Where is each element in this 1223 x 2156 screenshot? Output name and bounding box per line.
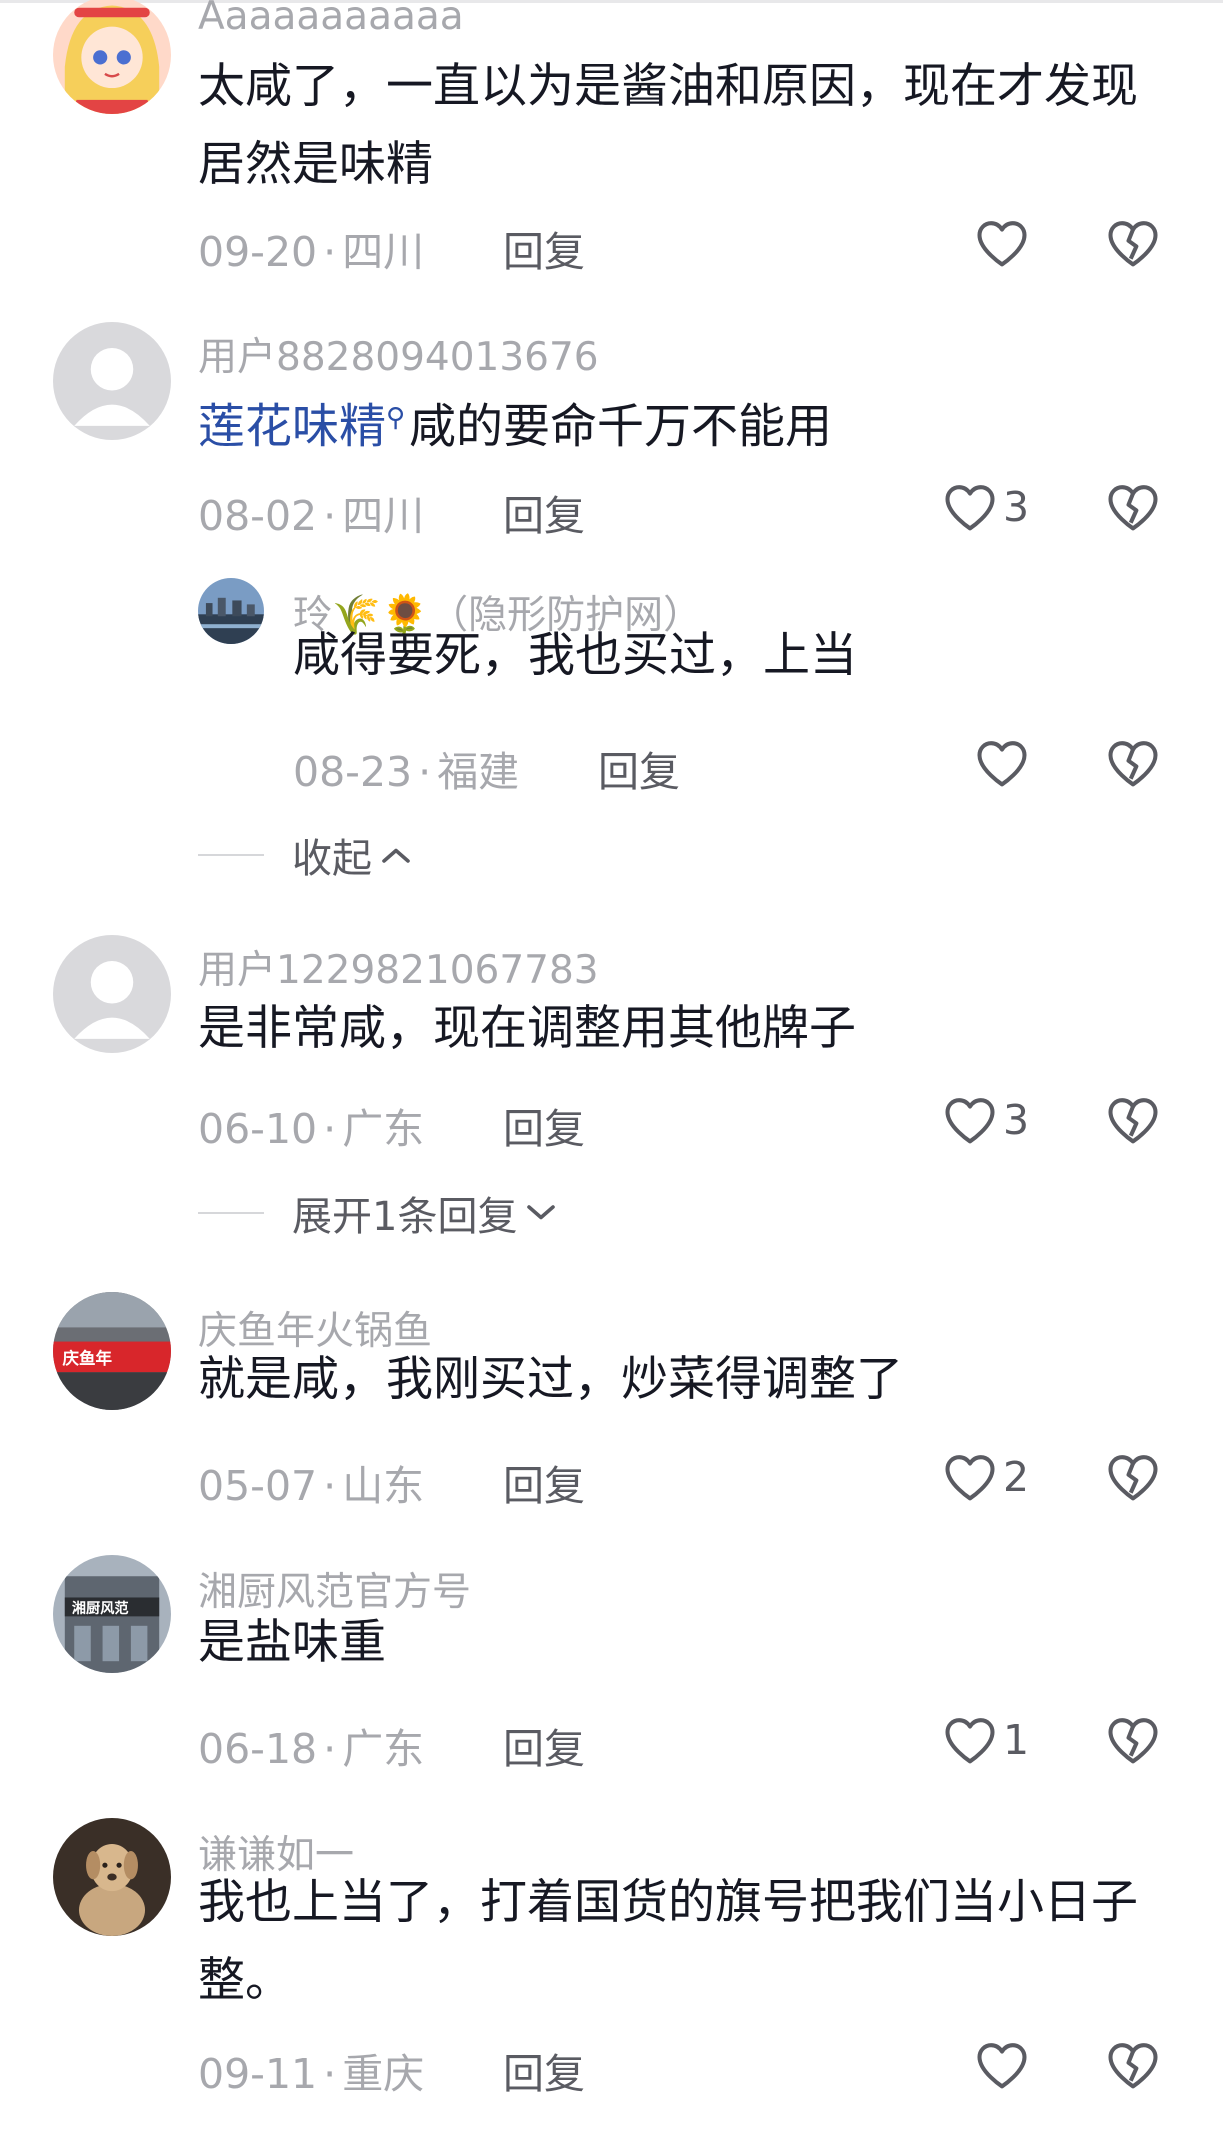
chevron-up-icon xyxy=(382,848,410,863)
top-divider xyxy=(0,0,1223,3)
avatar-sign-text: 庆鱼年 xyxy=(62,1348,112,1368)
reply-button[interactable]: 回复 xyxy=(503,482,585,542)
like-count: 2 xyxy=(1003,1453,1030,1501)
comment-meta: 09-11 · 重庆 xyxy=(198,2040,424,2100)
heart-outline-icon xyxy=(977,2043,1027,2089)
heart-outline-icon xyxy=(945,1098,995,1144)
like-button[interactable]: 3 xyxy=(943,479,1029,535)
like-button[interactable] xyxy=(975,215,1035,271)
like-button[interactable] xyxy=(975,735,1035,791)
meta-separator: · xyxy=(323,2050,337,2098)
dislike-button[interactable] xyxy=(1106,2037,1160,2093)
dislike-button[interactable] xyxy=(1106,1712,1160,1768)
avatar[interactable]: 庆鱼年 xyxy=(53,1292,171,1410)
broken-heart-icon xyxy=(1108,1098,1158,1144)
comment-location: 广东 xyxy=(342,1105,425,1153)
like-count: 1 xyxy=(1003,1716,1030,1764)
like-button[interactable]: 3 xyxy=(943,1092,1029,1148)
comment-text: 是盐味重 xyxy=(198,1615,386,1670)
like-button[interactable]: 1 xyxy=(943,1712,1029,1768)
comment-date: 06-10 xyxy=(198,1105,318,1153)
like-count: 3 xyxy=(1003,483,1030,531)
broken-heart-icon xyxy=(1108,741,1158,787)
comment-text-content: 咸的要命千万不能用 xyxy=(409,399,833,455)
heart-outline-icon xyxy=(945,1455,995,1501)
reply-button[interactable]: 回复 xyxy=(503,1715,585,1775)
avatar[interactable] xyxy=(53,0,171,114)
expand-label: 展开1条回复 xyxy=(292,1194,518,1240)
divider-line xyxy=(198,854,264,856)
avatar[interactable] xyxy=(53,935,171,1053)
broken-heart-icon xyxy=(1108,1455,1158,1501)
comment-date: 08-02 xyxy=(198,492,318,540)
comment-location: 山东 xyxy=(342,1462,425,1510)
comment-location: 广东 xyxy=(342,1725,425,1773)
broken-heart-icon xyxy=(1108,221,1158,267)
meta-separator: · xyxy=(323,1725,337,1773)
reply-text: 咸得要死，我也买过，上当 xyxy=(293,628,857,683)
comment-meta: 06-10 · 广东 xyxy=(198,1095,424,1155)
topic-link[interactable]: 莲花味精 xyxy=(198,400,386,455)
comment-text: 我也上当了，打着国货的旗号把我们当小日子整。 xyxy=(198,1875,1138,2008)
comment-username[interactable]: 用户1229821067783 xyxy=(198,939,599,995)
comment-text: 就是咸，我刚买过，炒菜得调整了 xyxy=(198,1352,903,1407)
divider-line xyxy=(198,1212,264,1214)
comment-username[interactable]: Aaaaaaaaaaa xyxy=(198,0,464,39)
chevron-down-icon xyxy=(527,1205,556,1220)
comment-meta: 06-18 · 广东 xyxy=(198,1715,424,1775)
comment-text: 是非常咸，现在调整用其他牌子 xyxy=(198,1001,856,1056)
broken-heart-icon xyxy=(1108,2043,1158,2089)
like-button[interactable] xyxy=(975,2037,1035,2093)
dislike-button[interactable] xyxy=(1106,1092,1160,1148)
expand-replies-button[interactable]: 展开1条回复 xyxy=(198,1188,559,1240)
like-count: 3 xyxy=(1003,1096,1030,1144)
avatar[interactable] xyxy=(53,1818,171,1936)
search-icon: ⚲ xyxy=(386,403,406,433)
heart-outline-icon xyxy=(945,485,995,531)
comment-date: 09-20 xyxy=(198,228,318,276)
heart-outline-icon xyxy=(977,741,1027,787)
reply-button[interactable]: 回复 xyxy=(503,1095,585,1155)
comment-meta: 09-20 · 四川 xyxy=(198,218,424,278)
reply-button[interactable]: 回复 xyxy=(503,1452,585,1512)
comment-location: 四川 xyxy=(342,228,425,276)
like-button[interactable]: 2 xyxy=(943,1449,1029,1505)
avatar-sign-text: 湘厨风范 xyxy=(72,1600,129,1617)
avatar[interactable] xyxy=(53,322,171,440)
heart-outline-icon xyxy=(977,221,1027,267)
comment-meta: 08-02 · 四川 xyxy=(198,482,424,542)
comment-date: 09-11 xyxy=(198,2050,318,2098)
dislike-button[interactable] xyxy=(1106,735,1160,791)
meta-separator: · xyxy=(323,1105,337,1153)
reply-meta: 08-23 · 福建 xyxy=(293,738,519,798)
reply-button[interactable]: 回复 xyxy=(598,738,680,798)
dislike-button[interactable] xyxy=(1106,1449,1160,1505)
avatar[interactable] xyxy=(198,578,264,644)
comment-location: 四川 xyxy=(342,492,425,540)
heart-outline-icon xyxy=(945,1718,995,1764)
comment-meta: 05-07 · 山东 xyxy=(198,1452,424,1512)
comment-username[interactable]: 用户8828094013676 xyxy=(198,326,599,382)
comment-location: 重庆 xyxy=(342,2050,425,2098)
meta-separator: · xyxy=(323,228,337,276)
meta-separator: · xyxy=(418,748,432,796)
collapse-label: 收起 xyxy=(292,836,372,882)
comment-date: 05-07 xyxy=(198,1462,318,1510)
comment-text: 太咸了，一直以为是酱油和原因，现在才发现居然是味精 xyxy=(198,59,1138,192)
meta-separator: · xyxy=(323,492,337,540)
reply-button[interactable]: 回复 xyxy=(503,2040,585,2100)
reply-location: 福建 xyxy=(437,748,520,796)
comment-date: 06-18 xyxy=(198,1725,318,1773)
dislike-button[interactable] xyxy=(1106,215,1160,271)
meta-separator: · xyxy=(323,1462,337,1510)
broken-heart-icon xyxy=(1108,1718,1158,1764)
collapse-replies-button[interactable]: 收起 xyxy=(198,830,414,882)
comment-text: 莲花味精⚲咸的要命千万不能用 xyxy=(198,388,1158,458)
reply-button[interactable]: 回复 xyxy=(503,218,585,278)
avatar[interactable]: 湘厨风范 xyxy=(53,1555,171,1673)
reply-date: 08-23 xyxy=(293,748,413,796)
dislike-button[interactable] xyxy=(1106,479,1160,535)
broken-heart-icon xyxy=(1108,485,1158,531)
